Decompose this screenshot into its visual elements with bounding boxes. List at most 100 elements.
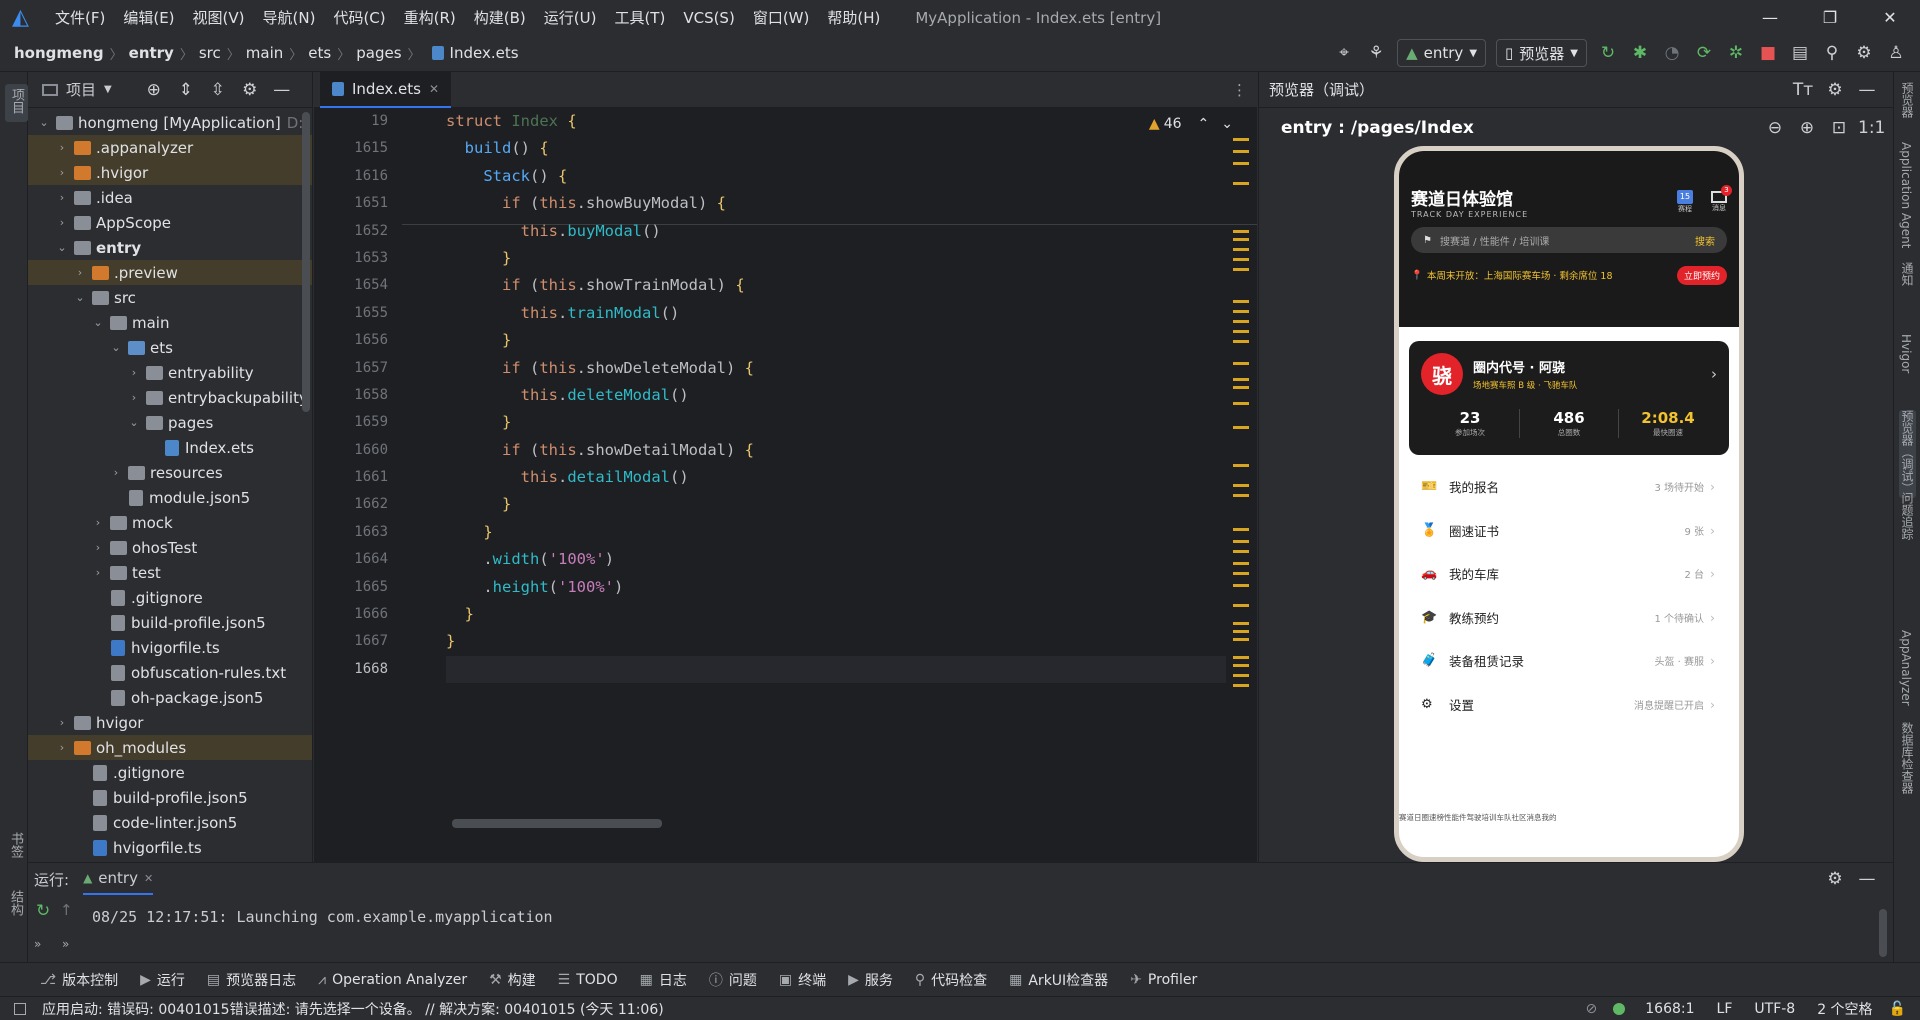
device-dropdown[interactable]: ▯ 预览器 ▼	[1496, 39, 1587, 67]
tree-item[interactable]: build-profile.json5	[28, 785, 312, 810]
warning-marker[interactable]	[1233, 464, 1249, 467]
chevron-right-icon[interactable]: ›	[54, 141, 70, 154]
tree-item[interactable]: Index.ets	[28, 435, 312, 460]
breadcrumb-module[interactable]: entry	[129, 44, 174, 62]
bottom-tool-button[interactable]: ✈ Profiler	[1130, 972, 1197, 988]
chevron-right-icon[interactable]: ›	[90, 541, 106, 554]
tree-item[interactable]: .gitignore	[28, 760, 312, 785]
indent-setting[interactable]: 2 个空格	[1817, 999, 1872, 1019]
tree-item[interactable]: ⌄ src	[28, 285, 312, 310]
collapse-all-icon[interactable]: ⇳	[205, 77, 231, 103]
bottom-tool-button[interactable]: ▶ 服务	[848, 970, 893, 990]
chevron-right-icon[interactable]: ›	[126, 391, 142, 404]
bottom-tool-button[interactable]: ▣ 终端	[779, 970, 826, 990]
locate-icon[interactable]: ⊕	[141, 77, 167, 103]
rerun-icon[interactable]: ↻	[1595, 40, 1621, 66]
more-tabs-icon[interactable]: ⋮	[1232, 81, 1247, 99]
warning-marker[interactable]	[1233, 572, 1249, 575]
tree-scrollbar[interactable]	[302, 112, 310, 412]
breadcrumb-ets[interactable]: ets	[308, 44, 331, 62]
chevron-right-icon[interactable]: ›	[54, 166, 70, 179]
chevron-right-icon[interactable]: ›	[54, 716, 70, 729]
tree-item[interactable]: › entrybackupability	[28, 385, 312, 410]
bottom-tool-button[interactable]: ⓘ 问题	[709, 970, 757, 990]
warning-marker[interactable]	[1233, 258, 1249, 261]
horizontal-scrollbar[interactable]	[452, 819, 662, 828]
target-icon[interactable]: ⌖	[1331, 40, 1357, 66]
right-tool-button[interactable]: Hvigor	[1899, 334, 1913, 377]
menu-item[interactable]: 重构(R)	[404, 7, 456, 28]
run-config-dropdown[interactable]: ▲ entry ▼	[1397, 39, 1487, 67]
warning-marker[interactable]	[1233, 584, 1249, 587]
tree-item[interactable]: › hvigor	[28, 710, 312, 735]
right-tool-button[interactable]: 通知	[1899, 262, 1916, 290]
menu-item[interactable]: 窗口(W)	[753, 7, 810, 28]
warning-marker[interactable]	[1233, 386, 1249, 389]
tree-item[interactable]: › AppScope	[28, 210, 312, 235]
tree-item[interactable]: hvigorfile.ts	[28, 835, 312, 860]
search-bar[interactable]: ⚑ 搜赛道 / 性能件 / 培训课 搜索	[1411, 227, 1727, 253]
fit-icon[interactable]: ⊡	[1826, 115, 1852, 141]
right-tool-button[interactable]: Application Agent	[1899, 142, 1913, 252]
warning-marker[interactable]	[1233, 684, 1249, 687]
warning-marker[interactable]	[1233, 402, 1249, 405]
tree-item[interactable]: module.json5	[28, 485, 312, 510]
tree-item[interactable]: oh-package.json5	[28, 685, 312, 710]
rerun-icon[interactable]: ↻	[36, 901, 50, 921]
actual-size-icon[interactable]: 1:1	[1858, 115, 1885, 141]
warning-marker[interactable]	[1233, 300, 1249, 303]
menu-item[interactable]: 代码(C)	[333, 7, 385, 28]
menu-item[interactable]: 导航(N)	[263, 7, 316, 28]
warning-marker[interactable]	[1233, 562, 1249, 565]
chevron-right-icon[interactable]: ›	[54, 191, 70, 204]
tree-item[interactable]: .gitignore	[28, 585, 312, 610]
status-indicator-icon[interactable]	[1613, 1002, 1626, 1015]
chevron-right-icon[interactable]: ›	[90, 566, 106, 579]
warning-marker[interactable]	[1233, 622, 1249, 625]
bottom-navigation[interactable]: 赛道日圈速榜性能件驾驶培训车队社区消息我的	[1399, 812, 1739, 823]
hide-icon[interactable]: —	[1854, 77, 1880, 103]
warning-marker[interactable]	[1233, 340, 1249, 343]
warning-marker[interactable]	[1233, 604, 1249, 607]
chevron-down-icon[interactable]: ⌄	[1221, 116, 1233, 132]
warning-marker[interactable]	[1233, 150, 1249, 153]
warning-marker[interactable]	[1233, 162, 1249, 165]
zoom-in-icon[interactable]: ⊕	[1794, 115, 1820, 141]
structure-tool-button[interactable]: 结构	[6, 890, 25, 920]
menu-item[interactable]: VCS(S)	[683, 9, 734, 27]
tree-item[interactable]: ⌄ entry	[28, 235, 312, 260]
chevron-right-icon[interactable]: ›	[90, 516, 106, 529]
attach-debugger-icon[interactable]: ◔	[1659, 40, 1685, 66]
scroll-up-icon[interactable]: ↑	[60, 901, 73, 919]
run-tab-entry[interactable]: ▲ entry ✕	[83, 863, 154, 895]
warning-marker[interactable]	[1233, 182, 1249, 185]
menu-item[interactable]: 帮助(H)	[827, 7, 880, 28]
profile-card[interactable]: 骁 圈内代号 · 阿骁 场地赛车照 B 级 · 飞驰车队 › 23 参加场次 486…	[1409, 341, 1729, 455]
menu-item[interactable]: 工具(T)	[614, 7, 665, 28]
search-icon[interactable]: ⚲	[1819, 40, 1845, 66]
expand-icon[interactable]: »	[34, 937, 41, 951]
menu-item[interactable]: 构建(B)	[474, 7, 526, 28]
settings-icon[interactable]: ⚙	[237, 77, 263, 103]
device-manager-icon[interactable]: ▤	[1787, 40, 1813, 66]
log-scrollbar[interactable]	[1879, 909, 1887, 957]
chevron-down-icon[interactable]: ⌄	[54, 241, 70, 254]
warning-marker[interactable]	[1233, 426, 1249, 429]
hide-icon[interactable]: —	[269, 77, 295, 103]
bottom-tool-button[interactable]: ☰ TODO	[558, 972, 618, 988]
breadcrumb-file[interactable]: Index.ets	[450, 44, 519, 62]
account-icon[interactable]: ♙	[1883, 40, 1909, 66]
bottom-tool-button[interactable]: ▶ 运行	[140, 970, 185, 990]
warning-marker[interactable]	[1233, 656, 1249, 659]
profile-menu-item[interactable]: 🏅 圈速证书 9 张 ›	[1409, 509, 1729, 553]
cursor-position[interactable]: 1668:1	[1645, 1001, 1694, 1017]
tree-item[interactable]: › .preview	[28, 260, 312, 285]
chevron-right-icon[interactable]: ›	[72, 266, 88, 279]
warning-marker[interactable]	[1233, 664, 1249, 667]
profile-menu-item[interactable]: 🎫 我的报名 3 场待开始 ›	[1409, 465, 1729, 509]
chevron-right-icon[interactable]: ›	[54, 741, 70, 754]
no-sync-icon[interactable]: ⊘	[1586, 1001, 1598, 1017]
stop-icon[interactable]: ■	[1755, 40, 1781, 66]
warning-marker[interactable]	[1233, 630, 1249, 633]
tree-item[interactable]: › ohosTest	[28, 535, 312, 560]
